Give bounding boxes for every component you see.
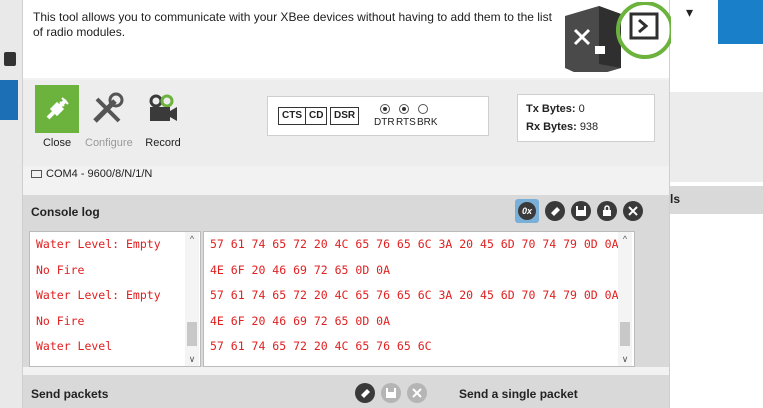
ascii-line: No Fire bbox=[36, 262, 85, 277]
close-console-button[interactable] bbox=[623, 201, 643, 221]
rx-bytes-value: 938 bbox=[579, 121, 599, 133]
port-status: COM4 - 9600/8/N/1/N bbox=[31, 168, 152, 180]
lock-icon bbox=[603, 205, 611, 216]
ascii-scrollbar[interactable]: ^ ∨ bbox=[185, 232, 199, 366]
dtr-label: DTR bbox=[374, 117, 395, 128]
hex-icon: 0x bbox=[518, 202, 536, 220]
plug-icon bbox=[35, 85, 79, 133]
byte-counters: Tx Bytes: 0 Rx Bytes: 938 bbox=[517, 94, 655, 142]
port-settings: COM4 - 9600/8/N/1/N bbox=[46, 168, 153, 180]
scroll-up-icon[interactable]: ^ bbox=[185, 232, 199, 246]
background-icon bbox=[4, 52, 16, 66]
save-console-button[interactable] bbox=[571, 201, 591, 221]
add-packet-button[interactable] bbox=[355, 383, 375, 403]
background-left-strip bbox=[0, 0, 22, 408]
eraser-icon bbox=[361, 389, 370, 398]
hex-toggle-button[interactable]: 0x bbox=[515, 199, 539, 223]
ascii-line: Water Level: Empty bbox=[36, 288, 161, 302]
hex-line: 57 61 74 65 72 20 4C 65 76 65 6C 3A 20 4… bbox=[210, 288, 619, 302]
tool-description: This tool allows you to communicate with… bbox=[33, 10, 553, 40]
configure-label: Configure bbox=[85, 137, 133, 149]
cts-indicator: CTS bbox=[278, 107, 306, 125]
brk-toggle[interactable] bbox=[418, 104, 428, 114]
chevron-down-icon[interactable]: ▾ bbox=[686, 4, 693, 21]
ascii-pane[interactable]: Water Level: Empty No Fire Water Level: … bbox=[29, 231, 201, 367]
rts-label: RTS bbox=[396, 117, 416, 128]
tx-bytes-value: 0 bbox=[578, 103, 585, 115]
dtr-toggle[interactable] bbox=[380, 104, 390, 114]
hex-scrollbar[interactable]: ^ ∨ bbox=[618, 232, 632, 366]
scroll-down-icon[interactable]: ∨ bbox=[185, 352, 199, 366]
close-icon bbox=[412, 388, 422, 398]
save-icon bbox=[386, 388, 396, 398]
serial-port-icon bbox=[31, 170, 42, 179]
send-packets-header: Send packets Send a single packet bbox=[23, 375, 669, 408]
lock-console-button[interactable] bbox=[597, 201, 617, 221]
console-log-title: Console log bbox=[31, 205, 100, 219]
console-log-header: Console log 0x bbox=[23, 195, 669, 227]
ascii-line: Water Level: Empty bbox=[36, 237, 161, 251]
tx-bytes-label: Tx Bytes: bbox=[526, 103, 576, 115]
close-label: Close bbox=[42, 137, 72, 149]
console-log-body: Water Level: Empty No Fire Water Level: … bbox=[23, 227, 669, 367]
ascii-line: Water Level bbox=[36, 339, 113, 353]
background-right-area: ▾ ls bbox=[668, 0, 763, 408]
send-single-packet-title: Send a single packet bbox=[459, 387, 578, 401]
background-blue-tab bbox=[0, 80, 18, 120]
rts-toggle[interactable] bbox=[399, 104, 409, 114]
background-panel bbox=[668, 92, 763, 182]
hex-line: 57 61 74 65 72 20 4C 65 76 65 6C 3A 20 4… bbox=[210, 237, 619, 251]
clear-console-button[interactable] bbox=[545, 201, 565, 221]
remove-packet-button[interactable] bbox=[407, 383, 427, 403]
brk-label: BRK bbox=[417, 117, 438, 128]
hex-line: 57 61 74 65 72 20 4C 65 76 65 6C bbox=[210, 339, 432, 353]
save-packets-button[interactable] bbox=[381, 383, 401, 403]
background-panel-header: ls bbox=[668, 186, 763, 214]
hex-scroll-thumb[interactable] bbox=[620, 322, 630, 346]
close-icon bbox=[628, 206, 638, 216]
configure-button[interactable]: Configure bbox=[85, 85, 133, 149]
cd-indicator: CD bbox=[305, 107, 328, 125]
ascii-line: No Fire bbox=[36, 313, 85, 328]
scroll-down-icon[interactable]: ∨ bbox=[618, 352, 632, 366]
record-button[interactable]: Record bbox=[141, 85, 185, 149]
rx-bytes-label: Rx Bytes: bbox=[526, 121, 577, 133]
console-tool-icon bbox=[565, 2, 671, 72]
background-blue-button[interactable] bbox=[718, 0, 763, 44]
hex-pane[interactable]: 57 61 74 65 72 20 4C 65 76 65 6C 3A 20 4… bbox=[203, 231, 635, 367]
record-label: Record bbox=[145, 137, 181, 149]
close-button[interactable]: Close bbox=[35, 85, 79, 149]
tools-icon bbox=[85, 85, 129, 133]
send-packets-title: Send packets bbox=[31, 387, 109, 401]
ascii-scroll-thumb[interactable] bbox=[187, 322, 197, 346]
line-signals-panel: CTS CD DSR DTR RTS BRK bbox=[267, 96, 489, 136]
serial-console-dialog: This tool allows you to communicate with… bbox=[22, 0, 671, 408]
hex-line: 4E 6F 20 46 69 72 65 0D 0A bbox=[210, 313, 391, 328]
save-icon bbox=[576, 206, 586, 216]
eraser-icon bbox=[551, 207, 560, 216]
video-camera-icon bbox=[141, 85, 185, 133]
dsr-indicator: DSR bbox=[330, 107, 360, 125]
hex-line: 4E 6F 20 46 69 72 65 0D 0A bbox=[210, 262, 391, 277]
scroll-up-icon[interactable]: ^ bbox=[618, 232, 632, 246]
